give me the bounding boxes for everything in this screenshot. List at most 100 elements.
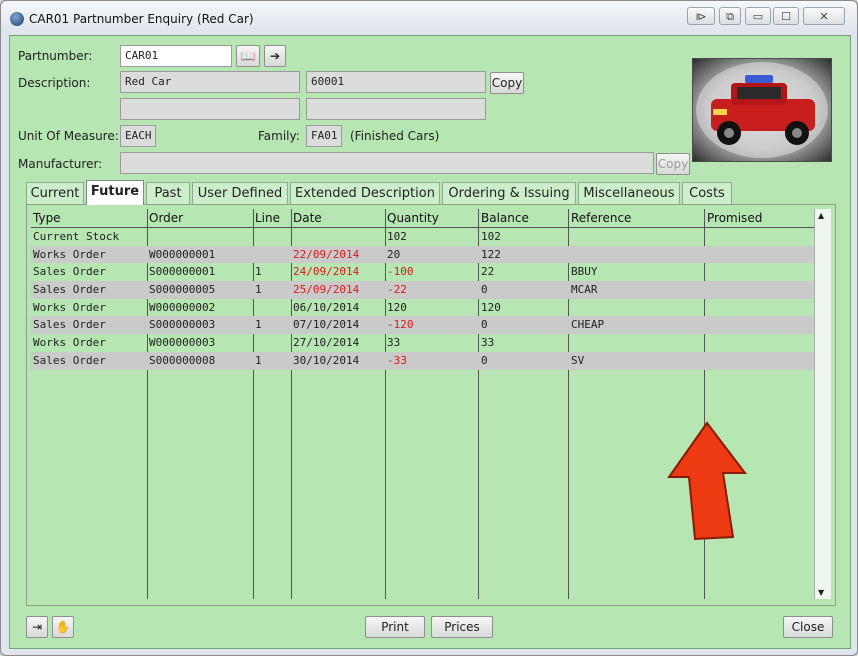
scroll-up-icon[interactable]: ▲ (818, 211, 824, 220)
table-row[interactable]: Sales Order S000000008 1 30/10/2014 -33 … (31, 351, 816, 370)
cell-type: Current Stock (33, 230, 120, 243)
annotation-arrow-icon (667, 421, 747, 541)
tab-future[interactable]: Future (86, 180, 144, 205)
maximize-button[interactable]: ☐ (773, 7, 799, 25)
tab-extended-description[interactable]: Extended Description (290, 182, 440, 204)
cell-order: W000000001 (149, 247, 216, 261)
header-date[interactable]: Date (293, 211, 322, 225)
cell-balance: 122 (481, 247, 501, 261)
lookup-book-button[interactable]: 📖 (236, 45, 260, 67)
copy-manufacturer-button[interactable]: Copy (656, 153, 690, 175)
cell-type: Sales Order (33, 318, 106, 332)
cell-balance: 0 (481, 283, 488, 297)
cell-type: Sales Order (33, 283, 106, 297)
cell-balance: 102 (481, 230, 501, 243)
cell-order: S000000001 (149, 265, 216, 279)
tab-current[interactable]: Current (26, 182, 84, 204)
navigate-icon[interactable]: ⧐ (687, 7, 715, 25)
cell-order: S000000003 (149, 318, 216, 332)
uom-label: Unit Of Measure: (18, 129, 119, 143)
description-label: Description: (18, 76, 91, 90)
print-button[interactable]: Print (365, 616, 425, 638)
pin-icon: ⇥ (31, 620, 43, 634)
table-row[interactable]: Works Order W000000002 06/10/2014 120 12… (31, 299, 816, 317)
table-row[interactable]: Sales Order S000000003 1 07/10/2014 -120… (31, 316, 816, 335)
cell-order: S000000008 (149, 353, 216, 367)
copy-description-button[interactable]: Copy (490, 72, 524, 94)
header-order[interactable]: Order (149, 211, 183, 225)
table-row[interactable]: Sales Order S000000001 1 24/09/2014 -100… (31, 263, 816, 281)
hand-button[interactable]: ✋ (52, 616, 74, 638)
cell-type: Works Order (33, 247, 106, 261)
cell-quantity: -22 (387, 283, 407, 297)
cell-order: W000000002 (149, 300, 216, 314)
cell-line: 1 (255, 318, 262, 332)
copy-window-icon[interactable]: ⧉ (719, 7, 741, 25)
cell-type: Works Order (33, 300, 106, 314)
product-photo (692, 58, 832, 162)
tab-costs[interactable]: Costs (682, 182, 732, 204)
minimize-button[interactable]: ▭ (745, 7, 771, 25)
tab-past[interactable]: Past (146, 182, 190, 204)
cell-reference: BBUY (571, 265, 598, 279)
tab-ordering-issuing[interactable]: Ordering & Issuing (442, 182, 576, 204)
vertical-scrollbar[interactable]: ▲ ▼ (814, 209, 831, 599)
tab-user-defined[interactable]: User Defined (192, 182, 288, 204)
future-transactions-panel: Type Order Line Date Quantity Balance Re… (26, 204, 836, 606)
header-balance[interactable]: Balance (481, 211, 529, 225)
description-line3-field[interactable] (306, 98, 486, 120)
cell-date: 27/10/2014 (293, 336, 360, 350)
description-field[interactable]: Red Car (120, 71, 300, 93)
cell-quantity: -100 (387, 265, 414, 279)
tab-miscellaneous[interactable]: Miscellaneous (578, 182, 680, 204)
table-row[interactable]: Works Order W000000003 27/10/2014 33 33 (31, 334, 816, 352)
cell-reference: SV (571, 353, 585, 367)
cell-date: 30/10/2014 (293, 353, 360, 367)
header-line[interactable]: Line (255, 211, 280, 225)
header-type[interactable]: Type (33, 211, 61, 225)
prices-label: Prices (444, 620, 480, 634)
cell-line: 1 (255, 283, 262, 297)
table-row[interactable]: Sales Order S000000005 1 25/09/2014 -22 … (31, 281, 816, 299)
red-car-image (696, 62, 828, 158)
cell-type: Works Order (33, 336, 106, 350)
cell-balance: 33 (481, 336, 495, 350)
cell-order: W000000003 (149, 336, 216, 350)
book-icon: 📖 (240, 49, 256, 63)
description-line2-field[interactable] (120, 98, 300, 120)
partnumber-input[interactable]: CAR01 (120, 45, 232, 67)
description-code-field[interactable]: 60001 (306, 71, 486, 93)
header-promised[interactable]: Promised (707, 211, 762, 225)
cell-type: Sales Order (33, 265, 106, 279)
cell-quantity: 120 (387, 300, 407, 314)
cell-quantity: 102 (387, 230, 407, 243)
manufacturer-field[interactable] (120, 152, 654, 174)
cell-type: Sales Order (33, 353, 106, 367)
close-window-button[interactable]: ✕ (803, 7, 845, 25)
pin-button[interactable]: ⇥ (26, 616, 48, 638)
header-reference[interactable]: Reference (571, 211, 631, 225)
header-quantity[interactable]: Quantity (387, 211, 439, 225)
uom-field[interactable]: EACH (120, 125, 156, 147)
go-arrow-button[interactable]: ➔ (264, 45, 286, 67)
cell-balance: 120 (481, 300, 501, 314)
title-bar: CAR01 Partnumber Enquiry (Red Car) ⧐ ⧉ ▭… (1, 1, 857, 35)
cell-reference: CHEAP (571, 318, 605, 332)
cell-date: 25/09/2014 (293, 283, 360, 297)
table-row[interactable]: Current Stock 102 102 (31, 228, 816, 246)
grid-rows: Current Stock 102 102 Works Order W00000… (31, 228, 816, 370)
prices-button[interactable]: Prices (431, 616, 493, 638)
table-row[interactable]: Works Order W000000001 22/09/2014 20 122 (31, 245, 816, 264)
cell-order: S000000005 (149, 283, 216, 297)
cell-line: 1 (255, 353, 262, 367)
close-button[interactable]: Close (783, 616, 833, 638)
manufacturer-label: Manufacturer: (18, 157, 103, 171)
partnumber-label: Partnumber: (18, 49, 93, 63)
scroll-down-icon[interactable]: ▼ (818, 588, 824, 597)
family-description: (Finished Cars) (350, 129, 440, 143)
cell-balance: 22 (481, 265, 495, 279)
cell-quantity: -33 (387, 353, 407, 367)
family-field[interactable]: FA01 (306, 125, 342, 147)
cell-date: 24/09/2014 (293, 265, 360, 279)
grid-header: Type Order Line Date Quantity Balance Re… (31, 209, 816, 228)
